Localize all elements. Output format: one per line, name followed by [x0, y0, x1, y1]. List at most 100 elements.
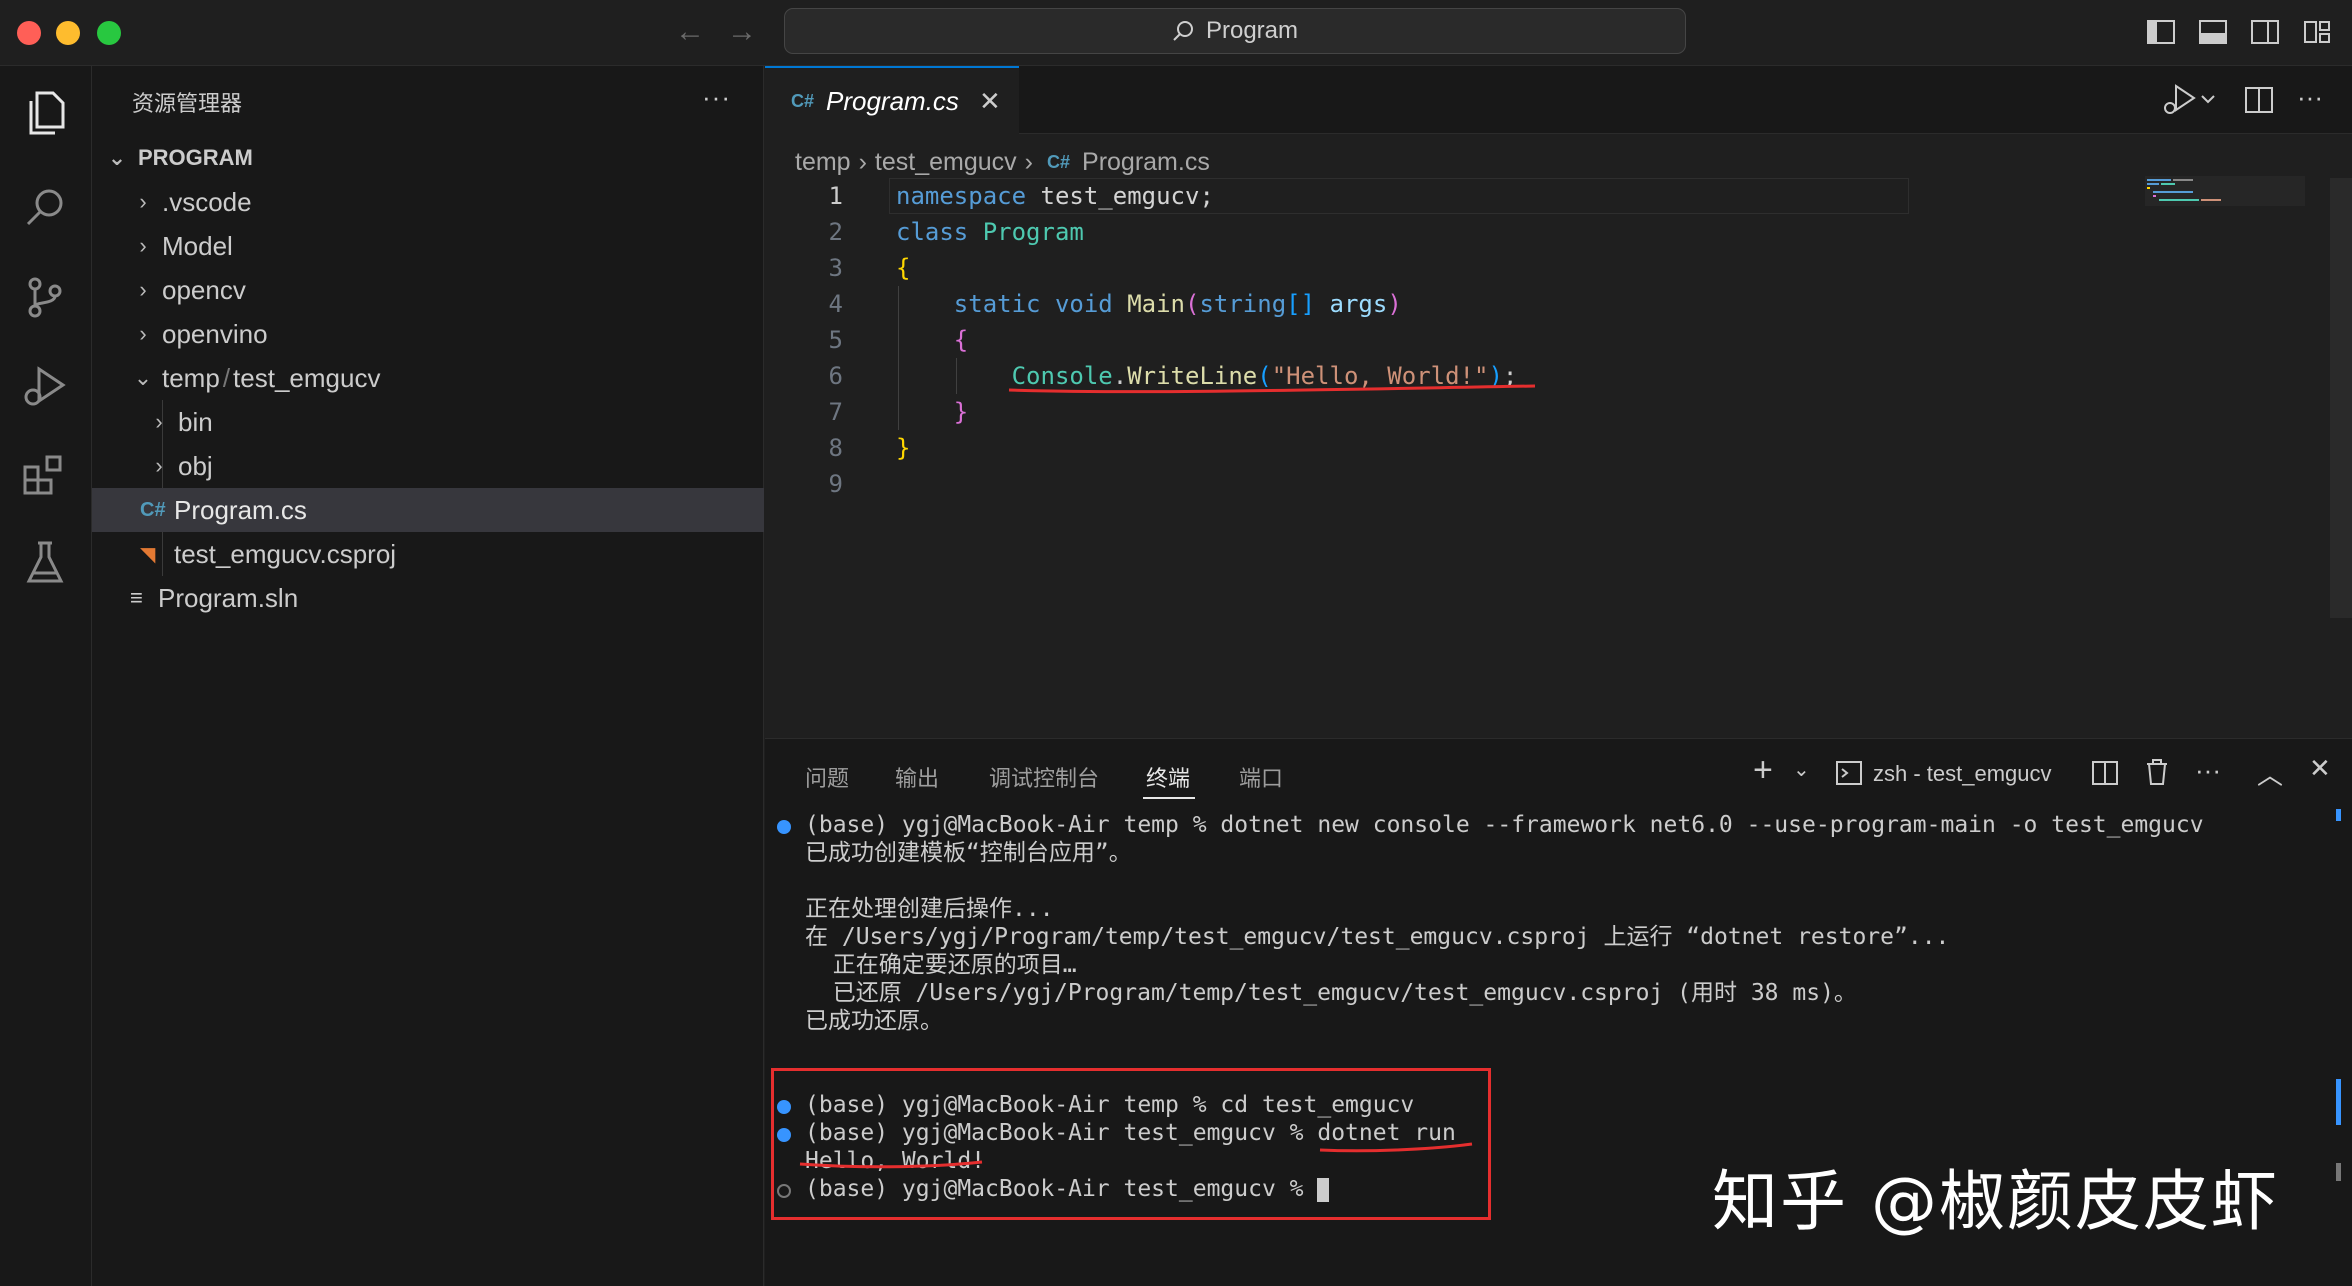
line-number: 2 [828, 218, 843, 246]
explorer-icon[interactable] [14, 82, 76, 144]
tree-item-separator: / [222, 362, 231, 393]
tab-program-cs[interactable]: C# Program.cs ✕ [765, 66, 1019, 134]
active-tab-indicator [1143, 797, 1195, 799]
more-actions-icon[interactable]: ··· [2297, 82, 2323, 113]
maximize-panel-icon[interactable]: ︿ [2257, 755, 2283, 792]
indent-guide [956, 358, 957, 394]
run-and-debug-icon[interactable] [14, 356, 76, 418]
tab-debug-console[interactable]: 调试控制台 [989, 761, 1099, 793]
tab-output[interactable]: 输出 [895, 761, 939, 793]
forward-arrow-icon[interactable]: → [724, 14, 760, 50]
tree-item-program-cs[interactable]: C# Program.cs [92, 488, 764, 532]
breadcrumb-item[interactable]: temp [795, 148, 851, 177]
code-line: } [896, 434, 911, 462]
tree-item-bin[interactable]: › bin [92, 400, 764, 444]
customize-layout-icon[interactable] [2300, 15, 2334, 49]
trash-icon[interactable] [2143, 757, 2171, 787]
terminal-icon [1836, 761, 1862, 785]
breadcrumb-item[interactable]: Program.cs [1082, 148, 1210, 177]
chevron-down-icon: ⌄ [133, 365, 153, 390]
workspace-root[interactable]: ⌄ PROGRAM [92, 136, 764, 180]
vscode-window: { "titlebar": {"search_label": "Program"… [0, 0, 2352, 1286]
toggle-primary-sidebar-icon[interactable] [2144, 15, 2178, 49]
tab-ports[interactable]: 端口 [1239, 761, 1283, 793]
tree-item-label: Program.sln [158, 582, 299, 613]
tab-terminal[interactable]: 终端 [1146, 761, 1190, 793]
tree-item-vscode[interactable]: › .vscode [92, 180, 764, 224]
scroll-marker [2336, 809, 2341, 821]
tree-item-label: Model [162, 230, 233, 261]
line-number: 9 [828, 470, 843, 498]
tree-item-model[interactable]: › Model [92, 224, 764, 268]
toggle-panel-icon[interactable] [2196, 15, 2230, 49]
split-editor-icon[interactable] [2243, 84, 2275, 116]
minimize-window-button[interactable] [56, 21, 80, 45]
tree-item-label: Program.cs [174, 494, 307, 525]
close-icon[interactable]: ✕ [979, 86, 1001, 117]
tree-item-label: openvino [162, 318, 268, 349]
annotation-box [771, 1068, 1491, 1220]
chevron-down-icon[interactable]: ⌄ [1793, 757, 1810, 782]
more-actions-icon[interactable]: ··· [2195, 755, 2221, 786]
tree-item-label-a: temp [162, 362, 220, 393]
chevron-right-icon: › [1024, 147, 1033, 176]
tree-item-temp-test-emgucv[interactable]: ⌄ temp / test_emgucv [92, 356, 764, 400]
terminal-line: 正在处理创建后操作... [805, 896, 1054, 922]
run-debug-icon[interactable] [2162, 82, 2218, 118]
code-line: namespace test_emgucv; [896, 182, 1214, 210]
tree-item-program-sln[interactable]: ≡ Program.sln [92, 576, 764, 620]
code-line: { [953, 326, 969, 354]
tree-item-openvino[interactable]: › openvino [92, 312, 764, 356]
line-number: 3 [828, 254, 843, 282]
search-view-icon[interactable] [14, 176, 76, 238]
toggle-secondary-sidebar-icon[interactable] [2248, 15, 2282, 49]
scroll-marker [2336, 1079, 2341, 1125]
search-icon [1173, 21, 1193, 41]
line-number: 6 [828, 362, 843, 390]
maximize-window-button[interactable] [97, 21, 121, 45]
csharp-file-icon: C# [791, 90, 815, 111]
line-number: 5 [828, 326, 843, 354]
tree-item-label: test_emgucv.csproj [174, 538, 397, 569]
chevron-right-icon: › [858, 147, 867, 176]
terminal-line: 已还原 /Users/ygj/Program/temp/test_emgucv/… [805, 980, 1857, 1006]
title-bar: ← → Program [0, 0, 2352, 66]
tree-item-obj[interactable]: › obj [92, 444, 764, 488]
split-terminal-icon[interactable] [2091, 759, 2119, 787]
back-arrow-icon[interactable]: ← [672, 14, 708, 50]
editor-scrollbar[interactable] [2330, 178, 2352, 618]
minimap[interactable] [2145, 176, 2305, 236]
explorer-more-icon[interactable]: ··· [702, 82, 731, 113]
new-terminal-icon[interactable]: + [1753, 751, 1773, 790]
close-window-button[interactable] [17, 21, 41, 45]
tree-item-opencv[interactable]: › opencv [92, 268, 764, 312]
code-line: class Program [896, 218, 1084, 246]
editor-tab-bar: C# Program.cs ✕ ··· [765, 66, 2352, 134]
tree-item-label: .vscode [162, 186, 252, 217]
terminal-name[interactable]: zsh - test_emgucv [1873, 761, 2052, 787]
chevron-right-icon: › [139, 189, 147, 214]
extensions-icon[interactable] [14, 444, 76, 506]
csharp-file-icon: C# [140, 498, 166, 521]
tree-item-label: obj [178, 450, 213, 481]
close-panel-icon[interactable]: ✕ [2309, 753, 2331, 784]
editor-area: C# Program.cs ✕ ··· temp › test_emgucv ›… [765, 66, 2352, 738]
breadcrumb-item[interactable]: test_emgucv [875, 148, 1017, 177]
line-number: 7 [828, 398, 843, 426]
explorer-sidebar: 资源管理器 ··· ⌄ PROGRAM › .vscode › Model › open… [92, 66, 764, 1286]
source-control-icon[interactable] [14, 266, 76, 328]
terminal-line: (base) ygj@MacBook-Air temp % dotnet new… [805, 812, 2204, 838]
tree-item-label: opencv [162, 274, 246, 305]
watermark: 知乎 @椒颜皮皮虾 [1712, 1163, 2279, 1240]
code-line: } [953, 398, 969, 426]
command-center-search[interactable]: Program [784, 8, 1686, 54]
command-center-label: Program [1205, 17, 1299, 44]
tree-item-label-b: test_emgucv [233, 362, 381, 393]
chevron-down-icon: ⌄ [107, 145, 127, 170]
tab-problems[interactable]: 问题 [805, 761, 849, 793]
tree-item-csproj[interactable]: ◥ test_emgucv.csproj [92, 532, 764, 576]
rss-file-icon: ◥ [140, 543, 156, 566]
testing-flask-icon[interactable] [14, 532, 76, 594]
csharp-file-icon: C# [1047, 151, 1071, 172]
chevron-right-icon: › [155, 409, 163, 434]
